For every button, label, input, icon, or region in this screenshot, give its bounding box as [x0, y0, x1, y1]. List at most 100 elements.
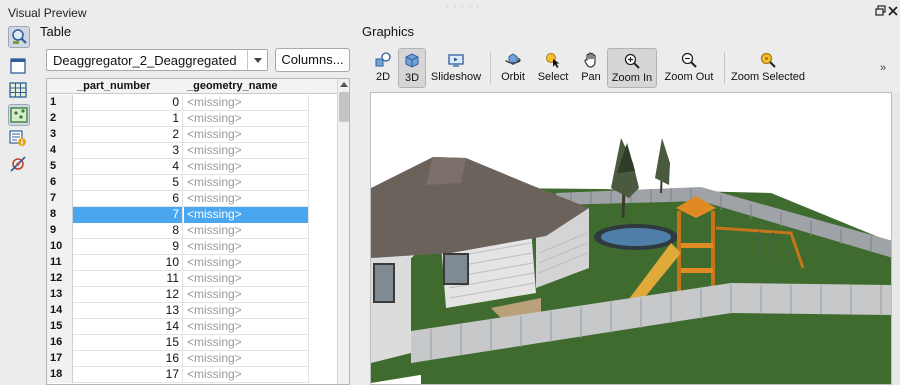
cell-part-number[interactable]: 16: [73, 351, 183, 367]
row-number[interactable]: 17: [47, 351, 73, 367]
orbit-button[interactable]: Orbit: [496, 48, 530, 88]
cell-geometry-name[interactable]: <missing>: [184, 127, 309, 143]
table-row[interactable]: 17 16 <missing>: [47, 351, 309, 367]
cell-geometry-name[interactable]: <missing>: [184, 255, 309, 271]
cell-geometry-name[interactable]: <missing>: [184, 207, 309, 223]
zoom-selected-button[interactable]: Zoom Selected: [730, 48, 806, 88]
table-row[interactable]: 7 6 <missing>: [47, 191, 309, 207]
table-row[interactable]: 16 15 <missing>: [47, 335, 309, 351]
cell-part-number[interactable]: 2: [73, 127, 183, 143]
feature-info-icon[interactable]: [8, 128, 30, 150]
zoom-out-button[interactable]: Zoom Out: [662, 48, 716, 88]
table-row[interactable]: 1 0 <missing>: [47, 95, 309, 111]
cell-geometry-name[interactable]: <missing>: [184, 95, 309, 111]
cell-geometry-name[interactable]: <missing>: [184, 223, 309, 239]
cell-part-number[interactable]: 1: [73, 111, 183, 127]
table-row[interactable]: 5 4 <missing>: [47, 159, 309, 175]
row-number[interactable]: 14: [47, 303, 73, 319]
column-header-geometry-name[interactable]: _geometry_name: [187, 80, 278, 92]
cell-geometry-name[interactable]: <missing>: [184, 303, 309, 319]
columns-button[interactable]: Columns...: [275, 48, 350, 72]
row-number[interactable]: 4: [47, 143, 73, 159]
3d-backyard-scene[interactable]: [371, 93, 892, 385]
toolbar-overflow-icon[interactable]: »: [880, 62, 886, 74]
cell-part-number[interactable]: 3: [73, 143, 183, 159]
cell-part-number[interactable]: 7: [73, 207, 183, 223]
chevron-down-icon[interactable]: [247, 50, 267, 70]
row-number[interactable]: 18: [47, 367, 73, 383]
row-number[interactable]: 13: [47, 287, 73, 303]
row-number[interactable]: 1: [47, 95, 73, 111]
cell-geometry-name[interactable]: <missing>: [184, 367, 309, 383]
cell-geometry-name[interactable]: <missing>: [184, 175, 309, 191]
table-row[interactable]: 2 1 <missing>: [47, 111, 309, 127]
row-number[interactable]: 8: [47, 207, 73, 223]
panel-splitter[interactable]: [354, 24, 360, 385]
table-row[interactable]: 11 10 <missing>: [47, 255, 309, 271]
cell-geometry-name[interactable]: <missing>: [184, 111, 309, 127]
cell-part-number[interactable]: 17: [73, 367, 183, 383]
cell-geometry-name[interactable]: <missing>: [184, 143, 309, 159]
graphics-viewport[interactable]: [370, 92, 892, 385]
table-row[interactable]: 13 12 <missing>: [47, 287, 309, 303]
row-number[interactable]: 12: [47, 271, 73, 287]
restore-icon[interactable]: [875, 5, 886, 19]
table-row[interactable]: 8 7 <missing>: [47, 207, 309, 223]
scroll-up-icon[interactable]: [340, 82, 348, 87]
drag-grip-icon[interactable]: · · · · ·: [446, 1, 480, 11]
panel-layout-icon[interactable]: [8, 56, 30, 78]
table-scrollbar[interactable]: [337, 79, 349, 384]
table-view-icon[interactable]: [8, 80, 30, 102]
row-number[interactable]: 6: [47, 175, 73, 191]
3d-button[interactable]: 3D: [398, 48, 426, 88]
graphics-view-icon[interactable]: [8, 104, 30, 126]
cell-part-number[interactable]: 0: [73, 95, 183, 111]
cell-part-number[interactable]: 10: [73, 255, 183, 271]
table-row[interactable]: 10 9 <missing>: [47, 239, 309, 255]
column-header-part-number[interactable]: _part_number: [77, 80, 150, 92]
table-row[interactable]: 12 11 <missing>: [47, 271, 309, 287]
row-number[interactable]: 16: [47, 335, 73, 351]
pan-button[interactable]: Pan: [578, 48, 604, 88]
cell-part-number[interactable]: 11: [73, 271, 183, 287]
cell-geometry-name[interactable]: <missing>: [184, 271, 309, 287]
cell-part-number[interactable]: 14: [73, 319, 183, 335]
table-row[interactable]: 4 3 <missing>: [47, 143, 309, 159]
cell-part-number[interactable]: 6: [73, 191, 183, 207]
cell-part-number[interactable]: 9: [73, 239, 183, 255]
cell-geometry-name[interactable]: <missing>: [184, 239, 309, 255]
cell-geometry-name[interactable]: <missing>: [184, 351, 309, 367]
row-number[interactable]: 2: [47, 111, 73, 127]
cell-part-number[interactable]: 12: [73, 287, 183, 303]
table-row[interactable]: 9 8 <missing>: [47, 223, 309, 239]
row-number[interactable]: 9: [47, 223, 73, 239]
row-number[interactable]: 3: [47, 127, 73, 143]
scrollbar-thumb[interactable]: [339, 92, 349, 122]
close-icon[interactable]: [888, 5, 898, 19]
cell-geometry-name[interactable]: <missing>: [184, 287, 309, 303]
slideshow-button[interactable]: Slideshow: [430, 48, 482, 88]
table-row[interactable]: 3 2 <missing>: [47, 127, 309, 143]
dataset-select[interactable]: Deaggregator_2_Deaggregated: [46, 49, 268, 71]
cell-part-number[interactable]: 5: [73, 175, 183, 191]
table-row[interactable]: 18 17 <missing>: [47, 367, 309, 383]
table-row[interactable]: 14 13 <missing>: [47, 303, 309, 319]
inspect-icon[interactable]: [8, 26, 30, 48]
row-number[interactable]: 15: [47, 319, 73, 335]
viewport-scrollbar[interactable]: [892, 92, 900, 385]
row-number[interactable]: 11: [47, 255, 73, 271]
cell-geometry-name[interactable]: <missing>: [184, 191, 309, 207]
cell-part-number[interactable]: 13: [73, 303, 183, 319]
cell-geometry-name[interactable]: <missing>: [184, 335, 309, 351]
table-row[interactable]: 6 5 <missing>: [47, 175, 309, 191]
coordinate-tool-icon[interactable]: [8, 154, 30, 176]
select-button[interactable]: Select: [536, 48, 570, 88]
cell-part-number[interactable]: 4: [73, 159, 183, 175]
table-row[interactable]: 15 14 <missing>: [47, 319, 309, 335]
row-number[interactable]: 10: [47, 239, 73, 255]
zoom-in-button[interactable]: Zoom In: [607, 48, 657, 88]
cell-part-number[interactable]: 8: [73, 223, 183, 239]
cell-geometry-name[interactable]: <missing>: [184, 159, 309, 175]
row-number[interactable]: 7: [47, 191, 73, 207]
cell-part-number[interactable]: 15: [73, 335, 183, 351]
